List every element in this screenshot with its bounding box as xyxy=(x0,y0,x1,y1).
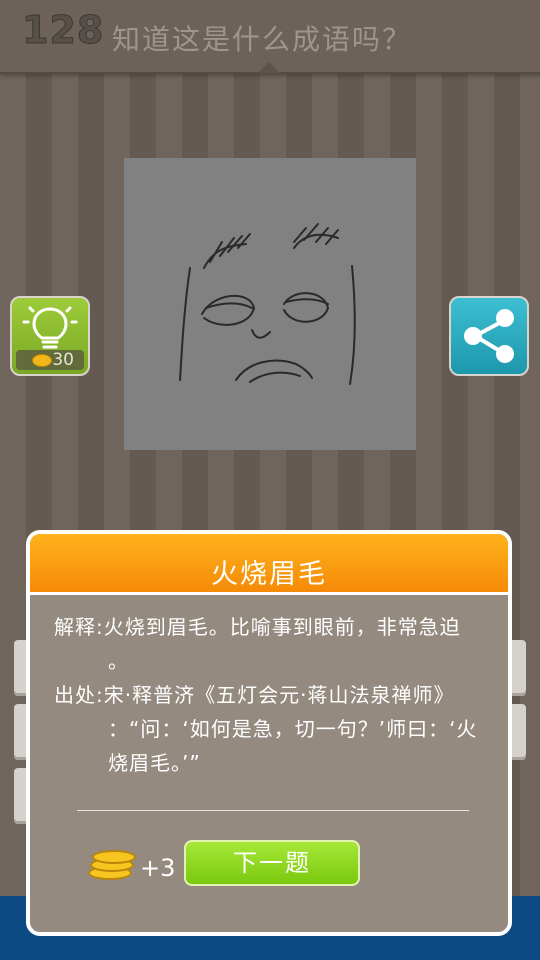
answer-dialog: 火烧眉毛 解释:火烧到眉毛。比喻事到眼前，非常急迫 。 出处:宋·释普济《五灯会… xyxy=(26,530,512,936)
coins-icon xyxy=(88,846,136,882)
idiom-title: 火烧眉毛 xyxy=(211,559,327,590)
explanation-line: 。 xyxy=(108,649,129,673)
share-icon xyxy=(464,309,514,363)
explanation-line: 解释:火烧到眉毛。比喻事到眼前，非常急迫 xyxy=(54,615,461,639)
top-bar: 128 知道这是什么成语吗？ xyxy=(0,0,540,74)
hint-cost-value: 30 xyxy=(52,350,74,370)
header-notch xyxy=(258,62,280,73)
puzzle-image xyxy=(124,158,416,450)
divider xyxy=(77,810,469,811)
face-sketch xyxy=(179,223,356,385)
next-question-button[interactable]: 下一题 xyxy=(184,840,360,886)
source-line: 烧眉毛。’” xyxy=(108,751,201,775)
lightbulb-icon xyxy=(22,306,78,349)
coin-icon xyxy=(32,354,52,367)
question-text: 知道这是什么成语吗？ xyxy=(112,23,413,56)
hint-button[interactable]: 30 xyxy=(10,296,90,376)
coin-reward: +3 xyxy=(140,854,176,882)
source-line: 出处:宋·释普济《五灯会元·蒋山法泉禅师》 xyxy=(54,683,455,707)
share-button[interactable] xyxy=(449,296,529,376)
dialog-header: 火烧眉毛 xyxy=(30,534,508,595)
idiom-definition: 解释:火烧到眉毛。比喻事到眼前，非常急迫 。 出处:宋·释普济《五灯会元·蒋山法… xyxy=(54,610,494,780)
level-number: 128 xyxy=(21,8,105,53)
hint-cost-badge: 30 xyxy=(16,350,84,370)
source-line: ：“问：‘如何是急，切一句？’师曰：‘火 xyxy=(108,717,478,741)
